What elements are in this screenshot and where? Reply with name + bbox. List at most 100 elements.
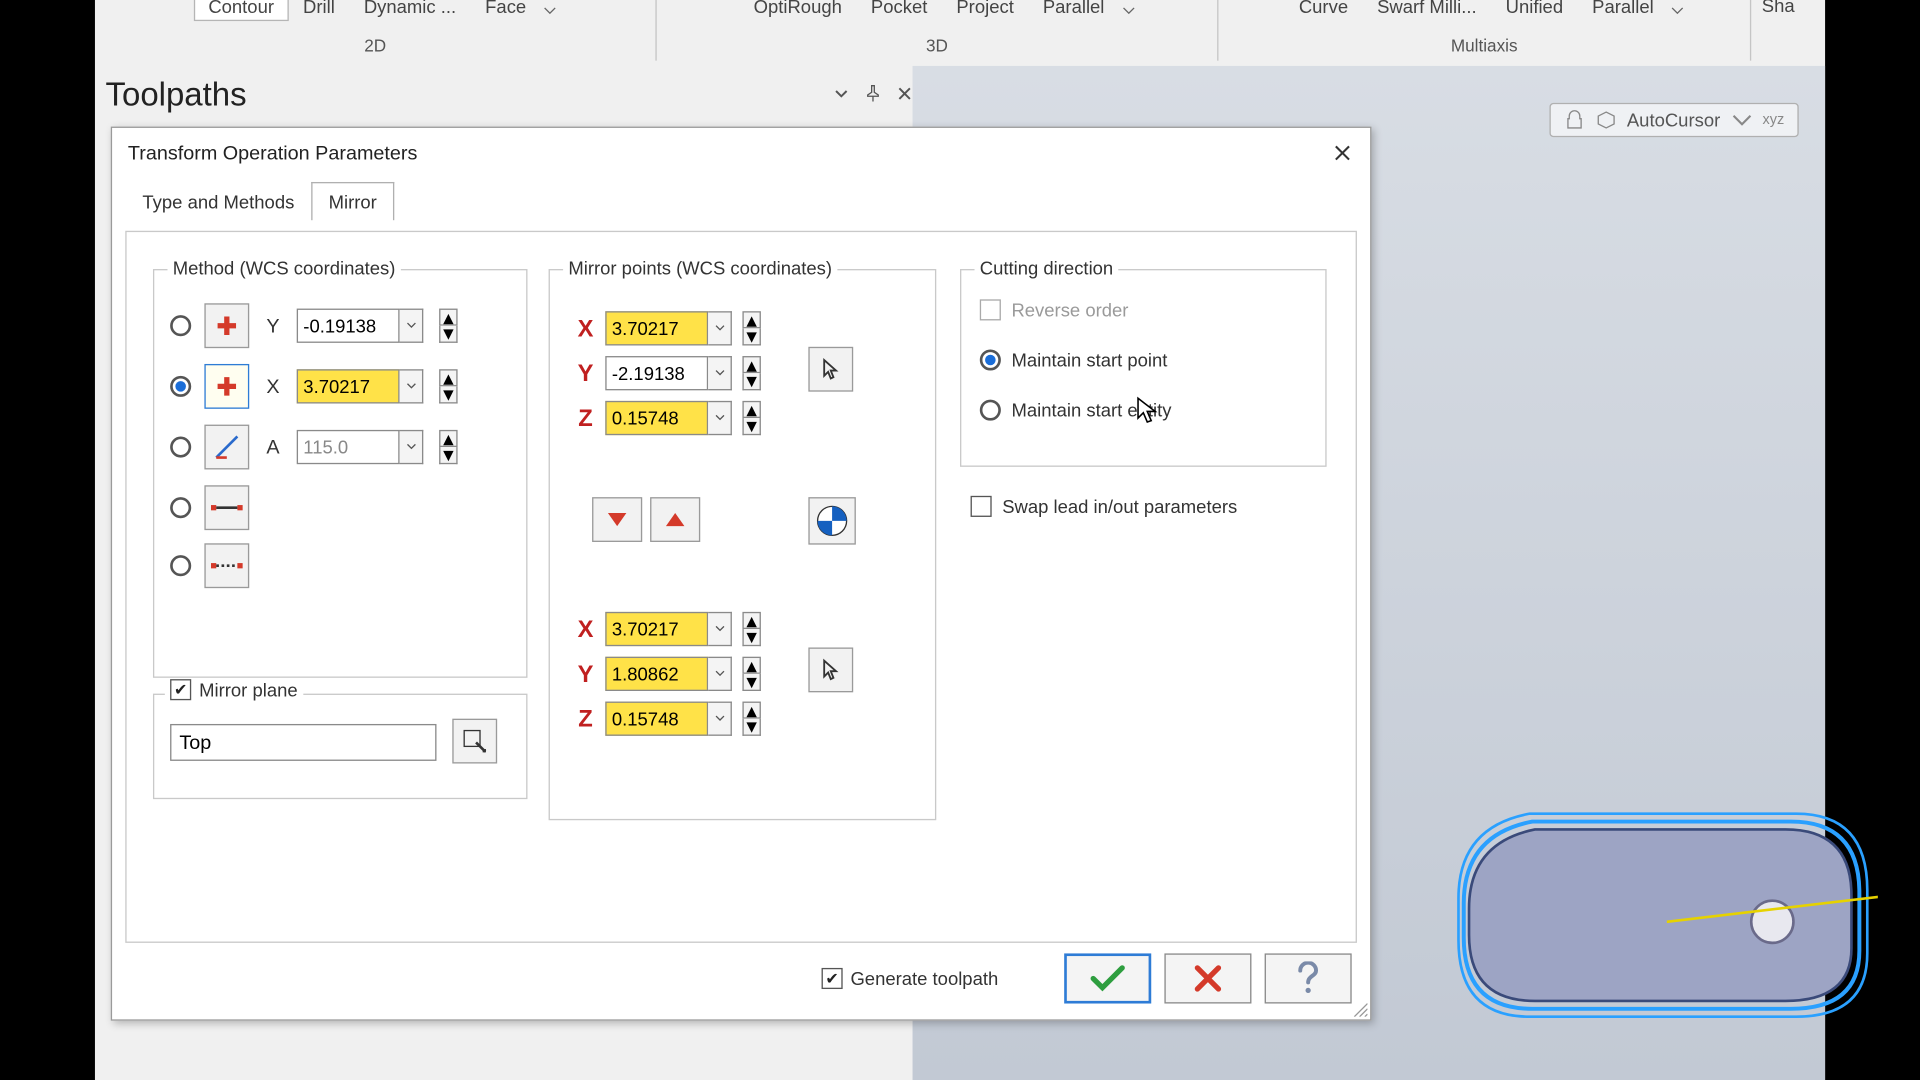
method-a-dropdown[interactable] bbox=[400, 430, 424, 464]
pt1-z-dd[interactable] bbox=[708, 401, 732, 435]
ribbon: Contour Drill Dynamic ... Face 2D OptiRo… bbox=[95, 0, 1825, 61]
cancel-button[interactable] bbox=[1164, 953, 1251, 1003]
method-x-value[interactable] bbox=[297, 369, 400, 403]
ribbon-expand-mx[interactable] bbox=[1671, 0, 1684, 13]
ribbon-btn-face[interactable]: Face bbox=[471, 0, 541, 21]
ribbon-btn-curve[interactable]: Curve bbox=[1284, 0, 1362, 21]
generate-toolpath-label: Generate toolpath bbox=[850, 968, 998, 989]
pt2-z-label: Z bbox=[574, 705, 598, 733]
radio-maintain-start-entity[interactable] bbox=[980, 400, 1001, 421]
mirror-plane-checkbox[interactable] bbox=[170, 679, 191, 700]
ribbon-btn-optirough[interactable]: OptiRough bbox=[739, 0, 856, 21]
pt1-x-down[interactable]: ▾ bbox=[742, 328, 760, 345]
pt2-y-down[interactable]: ▾ bbox=[742, 674, 760, 691]
autocursor-widget[interactable]: AutoCursor xyz bbox=[1549, 103, 1799, 137]
pt2-z-down[interactable]: ▾ bbox=[742, 719, 760, 736]
ok-button[interactable] bbox=[1064, 953, 1151, 1003]
ribbon-expand-2d[interactable] bbox=[543, 0, 556, 13]
cursor-pick-icon bbox=[820, 658, 841, 682]
pt2-x-label: X bbox=[574, 615, 598, 643]
pt1-x-value[interactable] bbox=[605, 311, 708, 345]
tab-type-methods[interactable]: Type and Methods bbox=[125, 182, 311, 220]
method-y-dropdown[interactable] bbox=[400, 309, 424, 343]
method-line-icon-button[interactable] bbox=[204, 485, 249, 530]
tab-mirror[interactable]: Mirror bbox=[311, 182, 393, 220]
ribbon-expand-3d[interactable] bbox=[1122, 0, 1135, 13]
pt1-y-dd[interactable] bbox=[708, 356, 732, 390]
group-method: Method (WCS coordinates) Y ▴▾ bbox=[153, 269, 528, 678]
pt2-pick-button[interactable] bbox=[808, 647, 853, 692]
method-a-value[interactable] bbox=[297, 430, 400, 464]
radio-method-line[interactable] bbox=[170, 497, 191, 518]
pt1-y-down[interactable]: ▾ bbox=[742, 373, 760, 390]
method-2pt-icon-button[interactable] bbox=[204, 543, 249, 588]
ribbon-btn-contour[interactable]: Contour bbox=[194, 0, 289, 21]
method-x-spin-down[interactable]: ▾ bbox=[439, 386, 457, 403]
pt2-x-value[interactable] bbox=[605, 612, 708, 646]
autocursor-xyz-label: xyz bbox=[1762, 112, 1784, 128]
mirror-plane-pick-button[interactable] bbox=[452, 719, 497, 764]
swap-lead-checkbox[interactable] bbox=[971, 496, 992, 517]
radio-method-x[interactable] bbox=[170, 376, 191, 397]
radio-method-y[interactable] bbox=[170, 315, 191, 336]
ribbon-label-3d: 3D bbox=[926, 36, 948, 56]
radio-maintain-start-point[interactable] bbox=[980, 349, 1001, 370]
generate-toolpath-checkbox[interactable] bbox=[821, 968, 842, 989]
ribbon-btn-project[interactable]: Project bbox=[942, 0, 1028, 21]
ribbon-btn-pocket[interactable]: Pocket bbox=[856, 0, 941, 21]
pt2-y-dd[interactable] bbox=[708, 657, 732, 691]
pt2-x-down[interactable]: ▾ bbox=[742, 629, 760, 646]
method-a-spin-down[interactable]: ▾ bbox=[439, 447, 457, 464]
two-points-icon bbox=[210, 556, 244, 574]
dialog-close-button[interactable] bbox=[1328, 138, 1357, 167]
toolpaths-panel-header: Toolpaths bbox=[103, 69, 913, 122]
help-button[interactable] bbox=[1265, 953, 1352, 1003]
ribbon-btn-drill[interactable]: Drill bbox=[289, 0, 350, 21]
ribbon-btn-shade[interactable]: Sha bbox=[1751, 0, 1805, 61]
group-points-legend: Mirror points (WCS coordinates) bbox=[563, 257, 837, 278]
panel-dropdown-icon[interactable] bbox=[833, 85, 849, 105]
method-x-dropdown[interactable] bbox=[400, 369, 424, 403]
ribbon-btn-parallel-mx[interactable]: Parallel bbox=[1578, 0, 1669, 21]
panel-title: Toolpaths bbox=[103, 76, 834, 114]
method-y-icon-button[interactable] bbox=[204, 303, 249, 348]
ribbon-btn-swarf[interactable]: Swarf Milli... bbox=[1363, 0, 1492, 21]
maintain-start-entity-label: Maintain start entity bbox=[1011, 400, 1171, 421]
method-y-value[interactable] bbox=[297, 309, 400, 343]
pt1-z-down[interactable]: ▾ bbox=[742, 418, 760, 435]
pt1-z-value[interactable] bbox=[605, 401, 708, 435]
pt1-z-label: Z bbox=[574, 404, 598, 432]
ribbon-btn-dynamic[interactable]: Dynamic ... bbox=[349, 0, 470, 21]
ribbon-group-2d: Contour Drill Dynamic ... Face 2D bbox=[95, 0, 657, 61]
radio-method-2pt[interactable] bbox=[170, 555, 191, 576]
panel-close-icon[interactable] bbox=[897, 85, 913, 105]
resize-grip-icon[interactable] bbox=[1349, 998, 1367, 1016]
pt1-x-dd[interactable] bbox=[708, 311, 732, 345]
ribbon-btn-parallel[interactable]: Parallel bbox=[1028, 0, 1119, 21]
angle-line-icon bbox=[212, 433, 241, 462]
quadrant-circle-icon bbox=[816, 505, 848, 537]
ribbon-group-3d: OptiRough Pocket Project Parallel 3D bbox=[657, 0, 1219, 61]
axis-label-a: A bbox=[262, 436, 283, 458]
axis-label-y: Y bbox=[262, 315, 283, 337]
method-x-icon-button[interactable] bbox=[204, 364, 249, 409]
lock-icon bbox=[1564, 109, 1585, 130]
plus-red-icon bbox=[214, 313, 240, 339]
pt2-z-value[interactable] bbox=[605, 702, 708, 736]
mirror-plane-input[interactable] bbox=[170, 724, 436, 761]
pt1-y-value[interactable] bbox=[605, 356, 708, 390]
panel-pin-icon[interactable] bbox=[865, 84, 881, 106]
pt1-pick-button[interactable] bbox=[808, 347, 853, 392]
pt2-x-dd[interactable] bbox=[708, 612, 732, 646]
method-y-spin-down[interactable]: ▾ bbox=[439, 326, 457, 343]
swap-up-button[interactable] bbox=[650, 497, 700, 542]
pt2-y-value[interactable] bbox=[605, 657, 708, 691]
chevron-down-icon bbox=[1731, 109, 1752, 130]
maintain-start-point-label: Maintain start point bbox=[1011, 349, 1167, 370]
swap-down-button[interactable] bbox=[592, 497, 642, 542]
method-a-icon-button[interactable] bbox=[204, 425, 249, 470]
pt2-z-dd[interactable] bbox=[708, 702, 732, 736]
locate-button[interactable] bbox=[808, 497, 855, 544]
ribbon-btn-unified[interactable]: Unified bbox=[1491, 0, 1577, 21]
radio-method-a[interactable] bbox=[170, 436, 191, 457]
